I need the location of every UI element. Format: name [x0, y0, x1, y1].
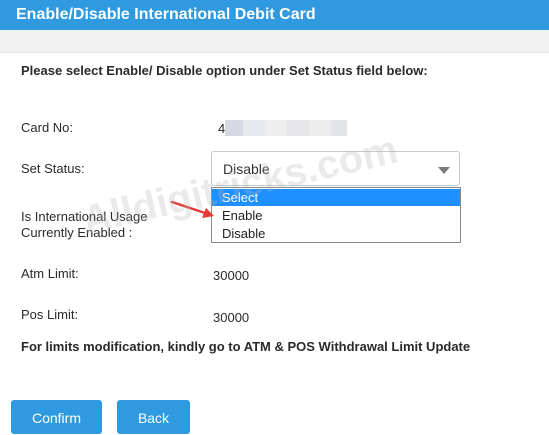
limits-note: For limits modification, kindly go to AT…	[21, 339, 471, 354]
atm-limit-label: Atm Limit:	[21, 266, 79, 281]
masked-card-number	[225, 120, 347, 136]
red-arrow-icon	[170, 200, 214, 218]
page-header: Enable/Disable International Debit Card	[0, 0, 549, 30]
chevron-down-icon	[438, 167, 450, 174]
back-button[interactable]: Back	[117, 400, 190, 434]
status-option-disable[interactable]: Disable	[212, 225, 460, 242]
set-status-label: Set Status:	[21, 161, 85, 176]
set-status-select[interactable]: Disable	[211, 151, 460, 186]
page-title: Enable/Disable International Debit Card	[16, 6, 316, 23]
pos-limit-label: Pos Limit:	[21, 307, 79, 322]
instruction-text: Please select Enable/ Disable option und…	[21, 63, 428, 78]
status-option-enable[interactable]: Enable	[212, 207, 460, 224]
pos-limit-value: 30000	[213, 310, 250, 325]
intl-usage-label-line1: Is International Usage	[21, 209, 148, 224]
intl-usage-label: Is International Usage Currently Enabled…	[21, 209, 147, 241]
confirm-button[interactable]: Confirm	[11, 400, 102, 434]
header-subband	[0, 30, 549, 53]
atm-limit-value: 30000	[213, 268, 250, 283]
card-no-label: Card No:	[21, 120, 74, 135]
set-status-selected-value: Disable	[223, 161, 270, 177]
status-dropdown-list: Select Enable Disable	[211, 187, 461, 243]
status-option-select[interactable]: Select	[212, 189, 460, 206]
card-no-value: 4	[218, 121, 226, 136]
intl-usage-label-line2: Currently Enabled :	[21, 225, 133, 240]
